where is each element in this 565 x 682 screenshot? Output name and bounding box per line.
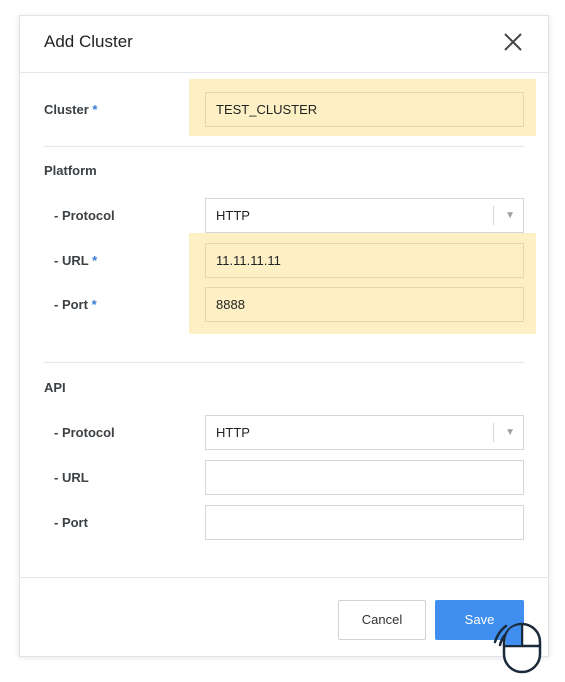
platform-url-label-text: - URL — [54, 253, 89, 268]
dropdown-arrow-icon[interactable]: ▼ — [505, 416, 515, 449]
cluster-label-text: Cluster — [44, 102, 89, 117]
select-divider — [493, 423, 494, 442]
platform-port-label: - Port * — [54, 297, 97, 312]
mouse-click-icon — [493, 622, 542, 674]
platform-port-label-text: - Port — [54, 297, 88, 312]
dialog-header: Add Cluster — [20, 16, 548, 73]
platform-port-value: 8888 — [216, 297, 245, 312]
api-protocol-value: HTTP — [216, 425, 250, 440]
close-button[interactable] — [500, 29, 526, 55]
divider — [44, 146, 524, 147]
cluster-label: Cluster * — [44, 102, 97, 117]
select-divider — [493, 206, 494, 225]
dialog-footer-divider — [20, 577, 548, 578]
cluster-input-value: TEST_CLUSTER — [216, 102, 318, 117]
add-cluster-dialog: Add Cluster Cluster * TEST_CLUSTER Platf… — [19, 15, 549, 657]
platform-protocol-select[interactable]: HTTP ▼ — [205, 198, 524, 233]
required-mark: * — [92, 102, 98, 117]
api-section-title: API — [44, 380, 66, 395]
platform-protocol-value: HTTP — [216, 208, 250, 223]
cluster-input[interactable]: TEST_CLUSTER — [205, 92, 524, 127]
cancel-button[interactable]: Cancel — [338, 600, 426, 640]
divider — [44, 362, 524, 363]
close-icon[interactable] — [500, 29, 526, 55]
dropdown-arrow-icon[interactable]: ▼ — [505, 199, 515, 232]
api-url-input[interactable] — [205, 460, 524, 495]
platform-url-input[interactable]: 11.11.11.11 — [205, 243, 524, 278]
api-port-input[interactable] — [205, 505, 524, 540]
platform-port-input[interactable]: 8888 — [205, 287, 524, 322]
required-mark: * — [91, 297, 97, 312]
required-mark: * — [92, 253, 98, 268]
platform-url-label: - URL * — [54, 253, 97, 268]
api-port-label: - Port — [54, 515, 88, 530]
platform-url-value: 11.11.11.11 — [216, 253, 281, 268]
api-url-label: - URL — [54, 470, 89, 485]
api-protocol-label: - Protocol — [54, 425, 115, 440]
api-protocol-select[interactable]: HTTP ▼ — [205, 415, 524, 450]
dialog-title: Add Cluster — [44, 32, 133, 51]
platform-section-title: Platform — [44, 163, 97, 178]
platform-protocol-label: - Protocol — [54, 208, 115, 223]
